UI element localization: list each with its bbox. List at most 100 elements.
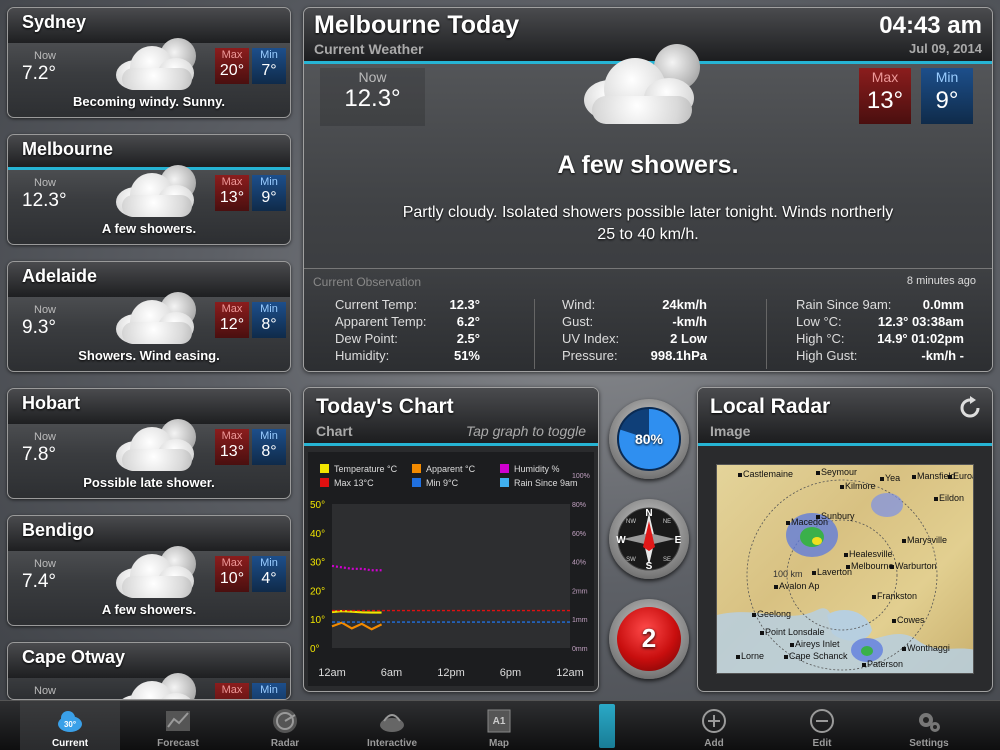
todays-chart-panel[interactable]: Today's Chart Chart Tap graph to toggle … — [303, 387, 599, 692]
now-label: Now — [34, 685, 57, 697]
minus-circle-icon — [808, 707, 836, 735]
condition-text: A few showers. — [101, 221, 197, 236]
tab-label: Map — [489, 738, 509, 749]
tab-label: Radar — [270, 738, 300, 749]
map-place-label: Seymour — [821, 467, 858, 477]
legend-swatch — [412, 478, 421, 487]
city-card-adelaide[interactable]: Adelaide Now 9.3° Max 12° Min 8° Showers… — [7, 261, 291, 372]
legend-swatch — [500, 464, 509, 473]
observation-row: Wind: 24km/h — [562, 297, 738, 314]
compass-widget[interactable]: N E S W NE NW SE SW — [609, 499, 689, 579]
map-place-label: Paterson — [867, 659, 904, 669]
min-temp-box: Min 7° — [252, 48, 286, 84]
min-label: Min — [260, 557, 278, 569]
observation-row: High °C: 14.9° 01:02pm — [796, 331, 974, 348]
map-place-label: Euroa — [953, 471, 973, 481]
map-place-label: Kilmore — [845, 481, 876, 491]
observation-updated: 8 minutes ago — [906, 275, 976, 287]
chart-title: Today's Chart — [316, 395, 454, 418]
observation-row: Gust: -km/h — [562, 314, 738, 331]
map-town-marker — [862, 663, 866, 667]
now-label: Now — [34, 304, 57, 316]
tab-label: Edit — [812, 738, 832, 749]
min-temp-box: Min — [252, 683, 286, 699]
compass-se: SE — [663, 557, 671, 563]
max-label: Max — [871, 69, 899, 85]
alerts-button[interactable]: 2 — [609, 599, 689, 679]
map-town-marker — [912, 475, 916, 479]
max-temperature: 10° — [219, 570, 245, 587]
tab-map[interactable]: A1 Map — [449, 701, 549, 750]
cloud-moon-icon — [108, 417, 208, 477]
map-town-marker — [872, 595, 876, 599]
now-temperature: 7.4° — [22, 571, 57, 592]
satellite-dish-icon — [378, 707, 406, 735]
min-temperature: 4° — [261, 570, 277, 587]
max-temperature: 13° — [219, 443, 245, 460]
observation-value: 12.3° — [449, 297, 480, 312]
observation-column-rain: Rain Since 9am: 0.0mm Low °C: 12.3° 03:38am… — [796, 297, 974, 365]
map-town-marker — [774, 585, 778, 589]
map-place-label: Eildon — [939, 493, 965, 503]
tab-radar[interactable]: Radar — [235, 701, 335, 750]
observation-value: -km/h - — [921, 348, 964, 363]
observation-value: 0.0mm — [922, 297, 964, 312]
tab-bar: 30° Current Forecast Radar Interactive A1 Map A… — [0, 700, 1000, 750]
legend-swatch — [500, 478, 509, 487]
max-temp-box: Max 13° — [215, 175, 249, 211]
tab-interactive[interactable]: Interactive — [342, 701, 442, 750]
city-card-melbourne[interactable]: Melbourne Now 12.3° Max 13° Min 9° A few… — [7, 134, 291, 245]
y-right-tick-label: 100% — [572, 473, 590, 480]
observation-row: Low °C: 12.3° 03:38am — [796, 314, 974, 331]
tab-forecast[interactable]: Forecast — [128, 701, 228, 750]
compass-n: N — [645, 508, 652, 519]
map-place-label: Warburton — [895, 561, 937, 571]
plus-circle-icon — [700, 707, 728, 735]
tab-label: Interactive — [366, 738, 418, 749]
cloud-moon-icon — [108, 36, 208, 96]
map-place-label: Wonthaggi — [907, 643, 950, 653]
map-town-marker — [786, 521, 790, 525]
forecast-description: Partly cloudy. Isolated showers possible… — [402, 204, 894, 243]
observation-value: 12.3° 03:38am — [877, 314, 964, 329]
chart-svg[interactable]: Temperature °C Apparent °C Humidity % Max 1… — [308, 452, 594, 686]
divider — [766, 299, 767, 369]
city-card-sydney[interactable]: Sydney Now 7.2° Max 20° Min 7° Becoming … — [7, 7, 291, 118]
now-temperature: 7.8° — [22, 444, 57, 465]
radar-map[interactable]: Castlemaine Seymour Mansfield Healesville Ma… — [716, 464, 974, 674]
map-town-marker — [738, 473, 742, 477]
local-radar-panel[interactable]: Local Radar Image Castlemaine Seymour Mans… — [697, 387, 993, 692]
max-temperature: 20° — [219, 62, 245, 79]
observation-value: 14.9° 01:02pm — [877, 331, 964, 346]
legend-label: Rain Since 9am — [514, 478, 578, 488]
shower-cloud-moon-icon — [574, 44, 714, 144]
map-place-label: Avalon Ap — [779, 581, 820, 591]
compass-s: S — [646, 561, 653, 572]
tab-edit[interactable]: Edit — [772, 701, 872, 750]
city-card-cape-otway[interactable]: Cape Otway Now Max Min — [7, 642, 291, 700]
map-place-label: Geelong — [757, 609, 792, 619]
max-label: Max — [221, 557, 243, 569]
tab-settings[interactable]: Settings — [879, 701, 979, 750]
gears-icon — [915, 707, 943, 735]
refresh-icon[interactable] — [958, 396, 982, 420]
svg-text:A1: A1 — [493, 716, 506, 727]
city-card-hobart[interactable]: Hobart Now 7.8° Max 13° Min 8° Possible … — [7, 388, 291, 499]
tab-current[interactable]: 30° Current — [20, 701, 120, 750]
y-tick-label: 40° — [310, 529, 325, 540]
cloud-moon-icon — [108, 163, 208, 223]
y-tick-label: 0° — [310, 644, 320, 655]
legend-label: Temperature °C — [334, 464, 398, 474]
tab-add[interactable]: Add — [664, 701, 764, 750]
min-temp-box: Min 8° — [252, 429, 286, 465]
max-temp-box: Max 20° — [215, 48, 249, 84]
chart-area[interactable]: Temperature °C Apparent °C Humidity % Max 1… — [308, 452, 594, 686]
now-label: Now — [34, 558, 57, 570]
now-box: Now 12.3° — [320, 68, 425, 126]
map-town-marker — [890, 565, 894, 569]
map-place-label: Healesville — [849, 549, 893, 559]
city-card-bendigo[interactable]: Bendigo Now 7.4° Max 10° Min 4° A few sh… — [7, 515, 291, 626]
observation-value: 2 Low — [670, 331, 707, 346]
humidity-gauge[interactable]: 80% — [609, 399, 689, 479]
map-place-label: Melbourne — [851, 561, 894, 571]
